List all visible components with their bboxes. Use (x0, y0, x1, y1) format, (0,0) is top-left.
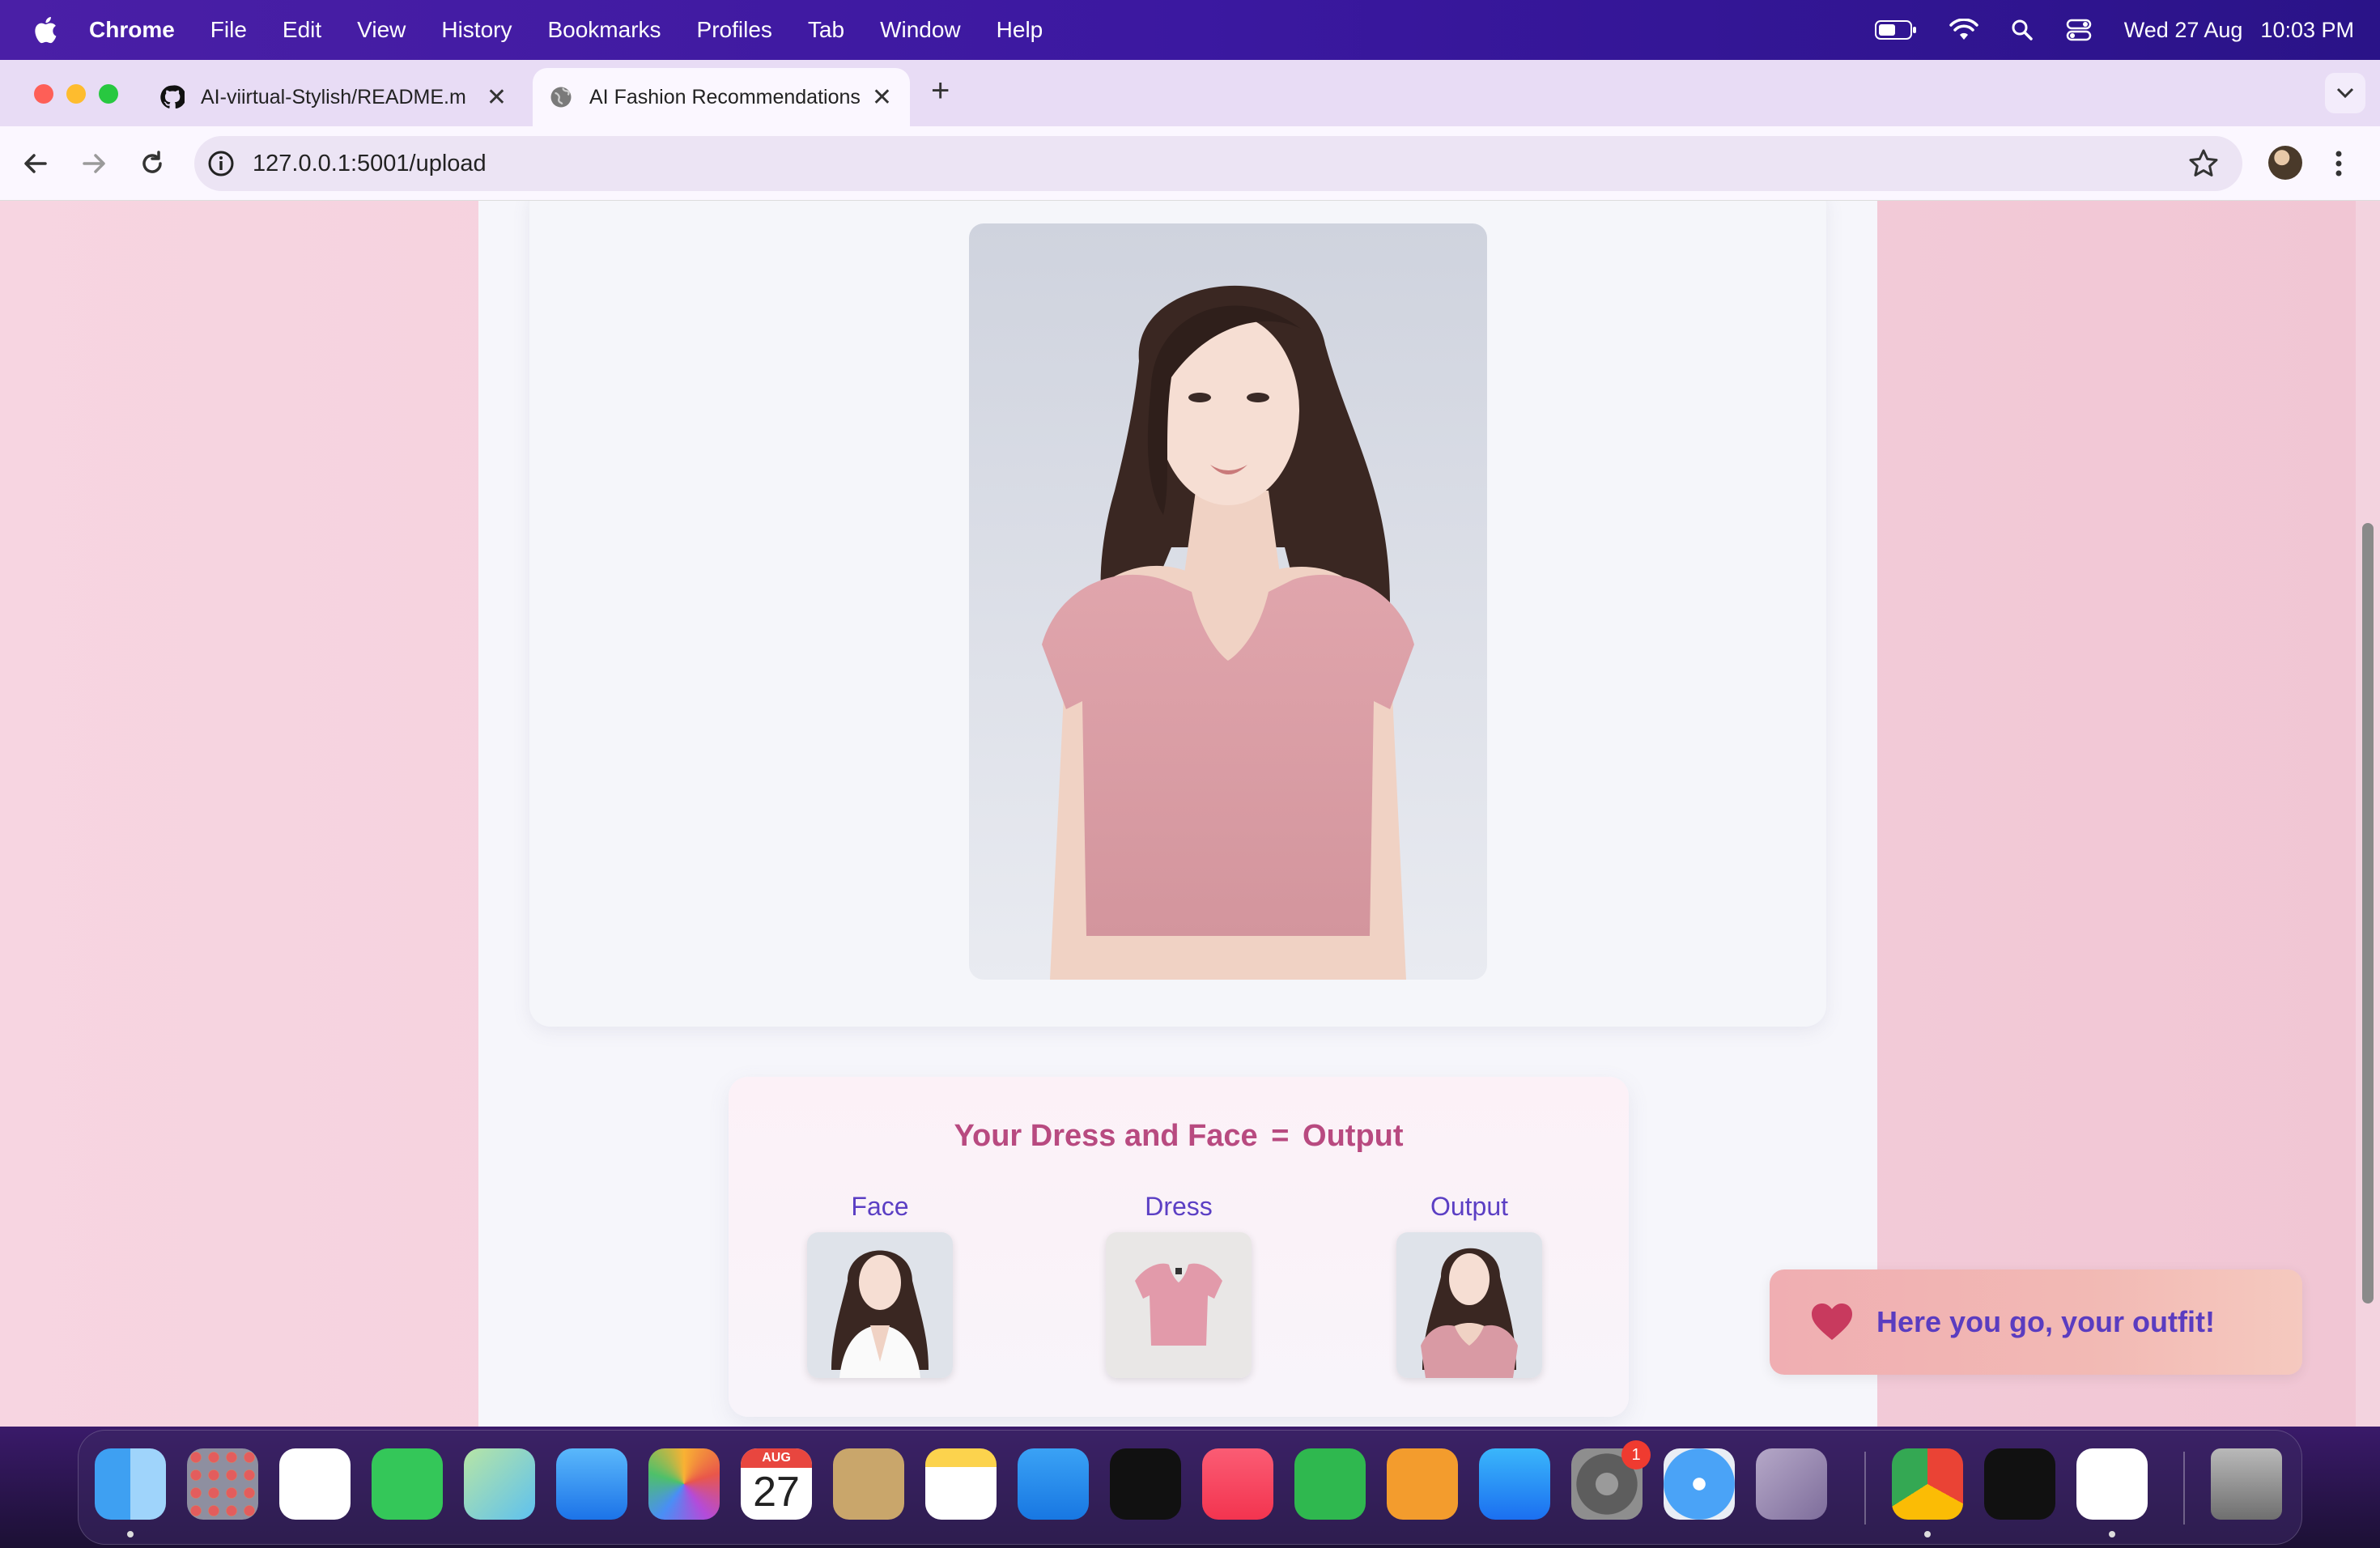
spotlight-search-icon[interactable] (2011, 19, 2034, 41)
chrome-icon[interactable] (1892, 1448, 1963, 1520)
tab-github-readme[interactable]: AI-viirtual-Stylish/README.m ✕ (144, 68, 525, 126)
page-viewport: Your Dress and Face = Output Face Dress … (0, 201, 2380, 1427)
trash-icon[interactable] (2211, 1448, 2282, 1520)
menu-help[interactable]: Help (997, 17, 1043, 43)
browser-tab-bar: AI-viirtual-Stylish/README.m ✕ AI Fashio… (0, 60, 2380, 126)
window-close-button[interactable] (34, 84, 53, 104)
menu-edit[interactable]: Edit (283, 17, 321, 43)
dock-separator (1864, 1452, 1866, 1525)
dock-running-indicator (2109, 1531, 2115, 1537)
github-icon (160, 85, 185, 109)
menu-window[interactable]: Window (880, 17, 961, 43)
equals-sign: = (1271, 1119, 1290, 1153)
uploaded-photo (969, 223, 1487, 980)
maps-icon[interactable] (464, 1448, 535, 1520)
mail-icon[interactable] (556, 1448, 627, 1520)
output-label: Output (1430, 1192, 1509, 1221)
back-arrow-icon[interactable] (18, 146, 53, 181)
forward-arrow-icon[interactable] (76, 146, 112, 181)
macos-menubar: Chrome File Edit View History Bookmarks … (0, 0, 2380, 60)
battery-icon[interactable] (1874, 19, 1917, 40)
page-scrollbar[interactable] (2356, 201, 2380, 1427)
tv-icon[interactable] (1110, 1448, 1181, 1520)
calendar-month: AUG (741, 1448, 812, 1468)
music-icon[interactable] (1202, 1448, 1273, 1520)
notes-icon[interactable] (925, 1448, 997, 1520)
tab-close-icon[interactable]: ✕ (872, 83, 892, 112)
calendar-day: 27 (753, 1469, 800, 1516)
dock-running-indicator (127, 1531, 134, 1537)
face-thumbnail (807, 1232, 953, 1378)
browser-toolbar: 127.0.0.1:5001/upload (0, 126, 2380, 201)
numbers-icon[interactable] (1294, 1448, 1366, 1520)
menu-history[interactable]: History (441, 17, 512, 43)
menu-bookmarks[interactable]: Bookmarks (547, 17, 661, 43)
safari-icon[interactable] (1664, 1448, 1735, 1520)
result-title: Your Dress and Face = Output (729, 1119, 1629, 1154)
new-tab-button[interactable]: + (931, 73, 950, 109)
face-label: Face (851, 1192, 909, 1221)
control-center-icon[interactable] (2066, 19, 2092, 41)
site-info-icon[interactable] (207, 150, 235, 177)
bookmark-star-icon[interactable] (2187, 147, 2220, 180)
menubar-status-area: Wed 27 Aug 10:03 PM (1874, 0, 2354, 60)
profile-avatar[interactable] (2268, 146, 2302, 180)
apple-icon[interactable] (31, 15, 58, 45)
globe-icon (550, 87, 572, 108)
vscode-icon[interactable] (2076, 1448, 2148, 1520)
output-thumbnail (1396, 1232, 1542, 1378)
menu-profiles[interactable]: Profiles (697, 17, 772, 43)
finder-icon[interactable] (95, 1448, 166, 1520)
dress-thumbnail (1106, 1232, 1252, 1378)
chevron-down-icon (2336, 87, 2354, 99)
dock-separator (2183, 1452, 2185, 1525)
dock-running-indicator (1924, 1531, 1931, 1537)
calendar-icon[interactable]: AUG 27 (741, 1448, 812, 1520)
keynote-icon[interactable] (1018, 1448, 1089, 1520)
result-card: Your Dress and Face = Output Face Dress … (729, 1077, 1629, 1417)
menu-app-name[interactable]: Chrome (89, 17, 175, 43)
more-menu-icon[interactable] (2333, 147, 2344, 180)
macos-dock: AUG 27 1 (78, 1430, 2302, 1545)
photos-icon[interactable] (648, 1448, 720, 1520)
menubar-time[interactable]: 10:03 PM (2260, 18, 2354, 43)
iphone-mirroring-icon[interactable] (1756, 1448, 1827, 1520)
tab-title: AI Fashion Recommendations (589, 85, 861, 108)
heart-icon (1812, 1303, 1852, 1340)
uploaded-photo-card (529, 201, 1826, 1027)
address-bar[interactable]: 127.0.0.1:5001/upload (194, 136, 2242, 191)
menubar-date[interactable]: Wed 27 Aug (2124, 18, 2243, 43)
toast-message: Here you go, your outfit! (1876, 1305, 2215, 1338)
tab-close-icon[interactable]: ✕ (487, 83, 507, 112)
window-zoom-button[interactable] (99, 84, 118, 104)
uploaded-photo-image (969, 223, 1487, 980)
window-minimize-button[interactable] (66, 84, 86, 104)
menu-view[interactable]: View (357, 17, 406, 43)
app-store-icon[interactable] (1479, 1448, 1550, 1520)
menu-tab[interactable]: Tab (808, 17, 844, 43)
scrollbar-thumb[interactable] (2362, 523, 2374, 1303)
messages-icon[interactable] (372, 1448, 443, 1520)
menu-file[interactable]: File (210, 17, 247, 43)
page-container: Your Dress and Face = Output Face Dress … (478, 201, 1877, 1427)
reload-icon[interactable] (134, 146, 170, 181)
launchpad-icon[interactable] (187, 1448, 258, 1520)
tab-ai-fashion[interactable]: AI Fashion Recommendations ✕ (533, 68, 910, 126)
reminders-icon[interactable] (279, 1448, 351, 1520)
dress-label: Dress (1145, 1192, 1213, 1221)
notification-badge: 1 (1621, 1440, 1651, 1469)
toast-notification: Here you go, your outfit! (1770, 1269, 2302, 1375)
result-title-output: Output (1303, 1119, 1404, 1153)
tab-title: AI-viirtual-Stylish/README.m (201, 85, 466, 108)
tab-search-button[interactable] (2325, 73, 2365, 113)
contacts-icon[interactable] (833, 1448, 904, 1520)
dock-area: AUG 27 1 (0, 1427, 2380, 1548)
result-title-text: Your Dress and Face (954, 1119, 1258, 1153)
url-text[interactable]: 127.0.0.1:5001/upload (253, 151, 487, 177)
unity-icon[interactable] (1984, 1448, 2055, 1520)
system-settings-icon[interactable]: 1 (1571, 1440, 1651, 1520)
pages-icon[interactable] (1387, 1448, 1458, 1520)
wifi-icon[interactable] (1949, 19, 1978, 41)
